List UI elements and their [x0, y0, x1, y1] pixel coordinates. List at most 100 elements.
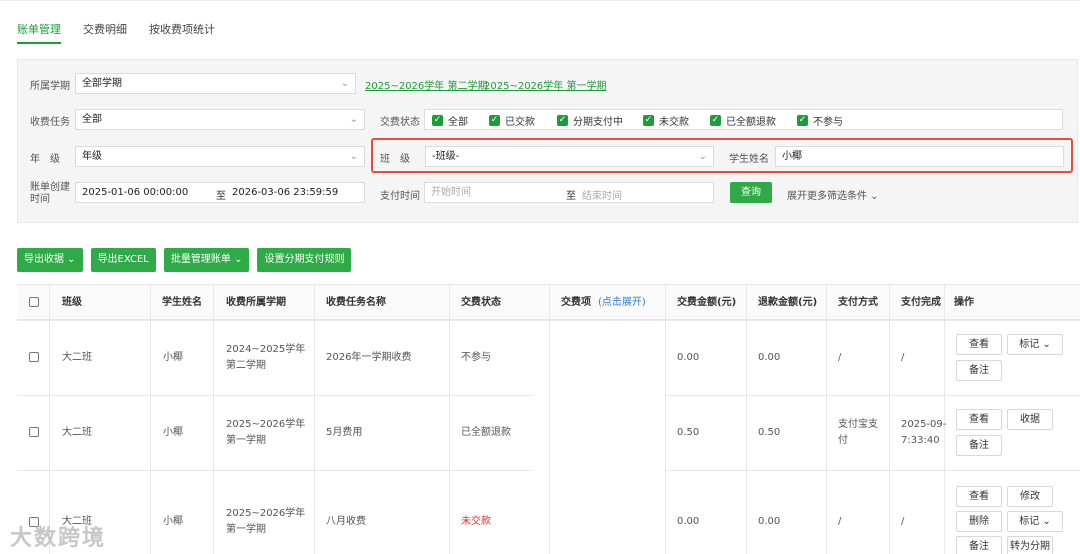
header-method: 支付方式	[838, 285, 878, 320]
top-divider	[0, 0, 1080, 1]
cell-status: 不参与	[461, 352, 491, 363]
task-select-value: 全部	[82, 114, 102, 125]
cell-task: 2026年一学期收费	[326, 352, 412, 363]
row-checkbox[interactable]	[29, 352, 39, 362]
header-term: 收费所属学期	[226, 285, 286, 320]
created-end-value[interactable]: 2026-03-06 23:59:59	[232, 187, 338, 198]
cell-pay-time: 2025-09- 7:33:40	[901, 417, 946, 449]
col-divider	[449, 285, 450, 554]
created-time-label-line2: 时间	[30, 194, 50, 205]
view-button[interactable]: 查看	[956, 409, 1002, 430]
cell-term-year: 2025~2026学年	[226, 508, 306, 519]
status-option-installment[interactable]: ✓ 分期支付中	[557, 113, 623, 128]
cell-term-semester: 第二学期	[226, 360, 266, 371]
cell-term-semester: 第一学期	[226, 524, 266, 535]
range-separator: 至	[216, 191, 226, 202]
expand-items-link[interactable]: (点击展开)	[598, 297, 646, 308]
cell-status: 已全额退款	[461, 427, 511, 438]
convert-installment-button[interactable]: 转为分期	[1007, 536, 1053, 554]
cell-refund: 0.50	[758, 427, 781, 438]
cell-student: 小椰	[163, 352, 183, 363]
cell-task: 八月收费	[326, 516, 366, 527]
cell-term: 2025~2026学年 第一学期	[226, 506, 305, 538]
header-actions: 操作	[954, 285, 974, 320]
select-all-checkbox[interactable]	[29, 297, 39, 307]
status-option-label: 已全额退款	[726, 117, 776, 128]
header-status: 交费状态	[461, 285, 501, 320]
col-divider	[665, 285, 666, 554]
note-button[interactable]: 备注	[956, 536, 1002, 554]
watermark-text: 大数跨境	[10, 526, 107, 551]
cell-class: 大二班	[62, 427, 92, 438]
status-option-label: 未交款	[659, 117, 689, 128]
cell-pay-time: /	[901, 352, 905, 363]
tab-stats-by-item[interactable]: 按收费项统计	[149, 18, 215, 44]
chevron-down-icon: ⌄	[349, 151, 358, 162]
view-button[interactable]: 查看	[956, 486, 1002, 507]
term-select-value: 全部学期	[82, 78, 122, 89]
checkbox-checked-icon: ✓	[797, 115, 808, 126]
installment-rules-button[interactable]: 设置分期支付规则	[257, 248, 352, 272]
col-divider	[314, 285, 315, 554]
cell-class: 大二班	[62, 352, 92, 363]
row-checkbox[interactable]	[29, 427, 39, 437]
header-items-label: 交费项	[561, 297, 591, 308]
cell-term-year: 2025~2026学年	[226, 419, 306, 430]
export-excel-button[interactable]: 导出EXCEL	[90, 248, 156, 272]
col-divider	[49, 285, 50, 554]
pay-end-placeholder[interactable]: 结束时间	[582, 187, 622, 202]
row-divider	[665, 395, 1080, 396]
export-receipt-button[interactable]: 导出收据 ⌄	[17, 248, 83, 272]
grade-select[interactable]: 年级 ⌄	[75, 146, 365, 167]
term-link-2025-2026-2[interactable]: 2025~2026学年 第二学期	[365, 77, 487, 92]
status-option-paid[interactable]: ✓ 已交款	[489, 113, 535, 128]
receipt-button[interactable]: 收据	[1007, 409, 1053, 430]
cell-term: 2025~2026学年 第一学期	[226, 417, 305, 449]
edit-button[interactable]: 修改	[1007, 486, 1053, 507]
col-divider	[746, 285, 747, 554]
delete-button[interactable]: 删除	[956, 511, 1002, 532]
cell-term: 2024~2025学年 第二学期	[226, 342, 305, 374]
cell-pay-time: /	[901, 516, 905, 527]
task-label: 收费任务	[30, 117, 70, 128]
expand-more-filters[interactable]: 展开更多筛选条件 ⌄	[787, 187, 879, 202]
cell-method: /	[838, 352, 842, 363]
header-refund: 退款金额(元)	[758, 285, 818, 320]
term-label: 所属学期	[30, 81, 70, 92]
cell-refund: 0.00	[758, 352, 781, 363]
cell-paid: 0.00	[677, 516, 700, 527]
tab-bill-management[interactable]: 账单管理	[17, 18, 61, 44]
checkbox-checked-icon: ✓	[432, 115, 443, 126]
term-select[interactable]: 全部学期 ⌄	[75, 73, 356, 94]
range-separator: 至	[566, 191, 576, 202]
checkbox-checked-icon: ✓	[710, 115, 721, 126]
status-option-unpaid[interactable]: ✓ 未交款	[643, 113, 689, 128]
cell-paid: 0.50	[677, 427, 700, 438]
view-button[interactable]: 查看	[956, 334, 1002, 355]
row-divider	[17, 395, 532, 396]
header-class: 班级	[62, 285, 82, 320]
bill-table: 班级 学生姓名 收费所属学期 收费任务名称 交费状态 交费项 (点击展开) 交费…	[17, 284, 1080, 554]
created-time-label: 账单创建 时间	[30, 182, 70, 206]
term-link-2025-2026-1[interactable]: 2025~2026学年 第一学期	[484, 77, 606, 92]
checkbox-checked-icon: ✓	[557, 115, 568, 126]
tab-payment-details[interactable]: 交费明细	[83, 18, 127, 44]
checkbox-checked-icon: ✓	[489, 115, 500, 126]
status-option-not-participating[interactable]: ✓ 不参与	[797, 113, 843, 128]
col-divider	[150, 285, 151, 554]
status-option-refunded[interactable]: ✓ 已全额退款	[710, 113, 776, 128]
mark-dropdown[interactable]: 标记 ⌄	[1007, 511, 1063, 532]
cell-task: 5月费用	[326, 427, 363, 438]
chevron-down-icon: ⌄	[349, 114, 358, 125]
status-option-all[interactable]: ✓ 全部	[432, 113, 468, 128]
mark-dropdown[interactable]: 标记 ⌄	[1007, 334, 1063, 355]
batch-manage-button[interactable]: 批量管理账单 ⌄	[163, 248, 250, 272]
cell-method-line1: 支付宝支	[838, 419, 878, 430]
task-select[interactable]: 全部 ⌄	[75, 109, 365, 130]
note-button[interactable]: 备注	[956, 435, 1002, 456]
note-button[interactable]: 备注	[956, 360, 1002, 381]
cell-refund: 0.00	[758, 516, 781, 527]
query-button[interactable]: 查询	[730, 182, 772, 203]
header-items[interactable]: 交费项 (点击展开)	[561, 285, 646, 320]
cell-term-year: 2024~2025学年	[226, 344, 306, 355]
